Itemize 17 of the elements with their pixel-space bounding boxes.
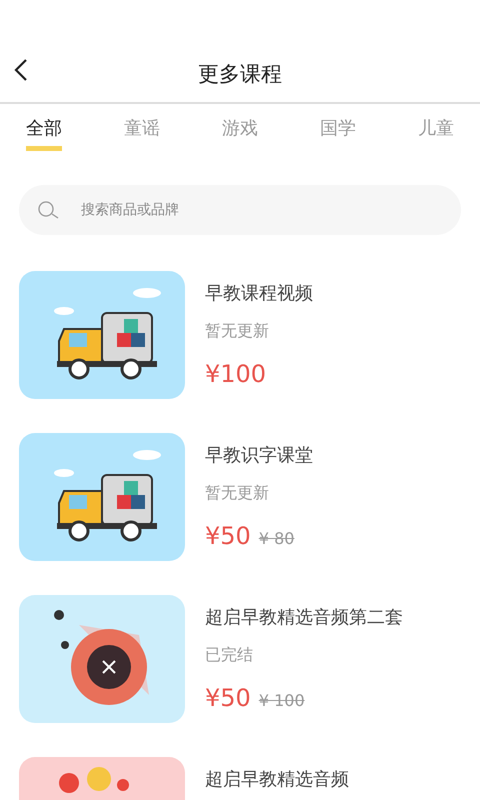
course-status: 已完结 (205, 645, 254, 666)
original-price: ¥ 80 (258, 529, 294, 548)
course-title[interactable]: 早教识字课堂 (205, 443, 313, 467)
category-tab[interactable]: 全部 (26, 116, 62, 151)
course-title[interactable]: 超启早教精选音频第二套 (205, 605, 403, 629)
course-price: ¥50 (205, 684, 251, 712)
back-icon[interactable] (14, 58, 28, 82)
page-title: 更多课程 (198, 61, 282, 88)
course-price: ¥50 (205, 522, 251, 550)
search-icon (37, 200, 61, 220)
course-status: 暂无更新 (205, 321, 270, 342)
course-title[interactable]: 超启早教精选音频 (205, 767, 349, 791)
original-price: ¥ 100 (258, 691, 305, 710)
search-field[interactable]: 搜索商品或品牌 (19, 185, 461, 235)
course-title[interactable]: 早教课程视频 (205, 281, 313, 305)
course-status: 暂无更新 (205, 483, 270, 504)
course-price: ¥100 (205, 360, 266, 388)
